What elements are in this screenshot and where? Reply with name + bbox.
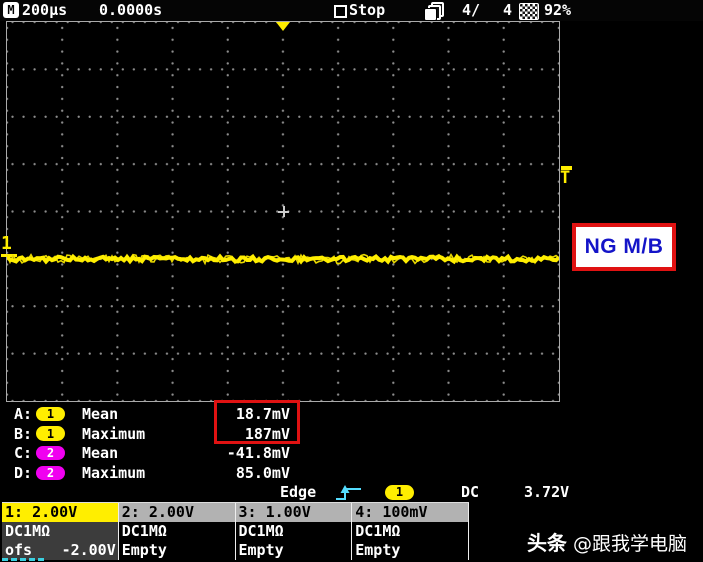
highlight-red-box (214, 400, 300, 444)
channel2-scale: 2: 2.00V (118, 503, 235, 522)
ng-annotation-text: NG M/B (584, 235, 664, 258)
measurement-slot-label: B: (14, 424, 33, 443)
trigger-level-marker: T (560, 166, 580, 196)
main-timebase-icon: M (3, 2, 19, 18)
trigger-settings-row: Edge 1 DC 3.72V (0, 483, 703, 502)
channel2-badge: 2 (36, 445, 65, 461)
measurement-row-c: C: 2 Mean -41.8mV (14, 443, 290, 463)
trigger-type: Edge (280, 483, 317, 501)
history-current: 4/ (462, 1, 481, 19)
channel2-status: Empty (121, 541, 167, 559)
trigger-source-badge: 1 (385, 485, 414, 500)
channel2-badge: 2 (36, 465, 65, 481)
measurement-slot-label: D: (14, 463, 33, 482)
trigger-level-value: 3.72V (524, 483, 570, 501)
channel1-badge: 1 (36, 426, 65, 441)
channel1-waveform-trace (7, 252, 559, 266)
channel2-settings: 2: 2.00V DC1MΩ Empty (118, 503, 236, 560)
timebase-value: 200µs (22, 1, 68, 19)
measurement-slot-label: C: (14, 444, 33, 463)
channel2-coupling: DC1MΩ (121, 522, 167, 540)
watermark-handle: @跟我学电脑 (572, 533, 687, 555)
watermark: 头条 @跟我学电脑 (527, 527, 687, 556)
channel4-scale: 4: 100mV (352, 503, 468, 522)
channel3-scale: 3: 1.00V (235, 503, 352, 522)
channel3-coupling: DC1MΩ (238, 522, 284, 540)
channel3-status: Empty (238, 541, 284, 559)
channel4-settings: 4: 100mV DC1MΩ Empty (352, 503, 469, 560)
oscilloscope-screen: M 200µs 0.0000s Stop 4/ 4 92% 1 T NG M/B… (0, 0, 703, 562)
channel3-settings: 3: 1.00V DC1MΩ Empty (235, 503, 353, 560)
measurement-name: Mean (82, 404, 119, 423)
history-total: 4 (503, 1, 513, 19)
brightness-icon (519, 3, 539, 20)
measurement-row-d: D: 2 Maximum 85.0mV (14, 463, 290, 483)
watermark-brand: 头条 (526, 531, 567, 555)
acquisition-state: Stop (349, 1, 386, 19)
measurement-value: 85.0mV (235, 463, 290, 482)
battery-percentage: 92% (544, 1, 572, 19)
delay-value: 0.0000s (99, 1, 163, 19)
stop-square-icon (334, 5, 347, 18)
channel4-status: Empty (355, 541, 401, 559)
trigger-coupling: DC (461, 483, 480, 501)
channel1-badge: 1 (36, 406, 65, 422)
measurement-name: Mean (82, 444, 119, 463)
channel1-settings: 1: 2.00V DC1MΩ ofs -2.00V (2, 503, 119, 560)
measurement-slot-label: A: (14, 404, 33, 423)
top-status-bar: M 200µs 0.0000s Stop 4/ 4 92% (0, 0, 703, 21)
measurement-name: Maximum (82, 463, 146, 482)
rising-edge-icon (336, 485, 361, 500)
history-pages-icon (424, 2, 444, 21)
measurement-name: Maximum (82, 424, 146, 443)
measurement-value: -41.8mV (226, 444, 290, 463)
trigger-level-t-label: T (560, 168, 571, 188)
channel4-coupling: DC1MΩ (355, 522, 401, 540)
channel-settings-bar: 1: 2.00V DC1MΩ ofs -2.00V 2: 2.00V DC1MΩ… (2, 502, 469, 560)
channel1-scale: 1: 2.00V (2, 503, 118, 522)
ng-annotation-box: NG M/B (572, 223, 676, 271)
channel1-offset-value: -2.00V (61, 541, 116, 559)
waveform-graticule: 1 (1, 21, 560, 402)
channel1-coupling: DC1MΩ (5, 522, 51, 540)
bottom-tick-marks (2, 558, 44, 561)
